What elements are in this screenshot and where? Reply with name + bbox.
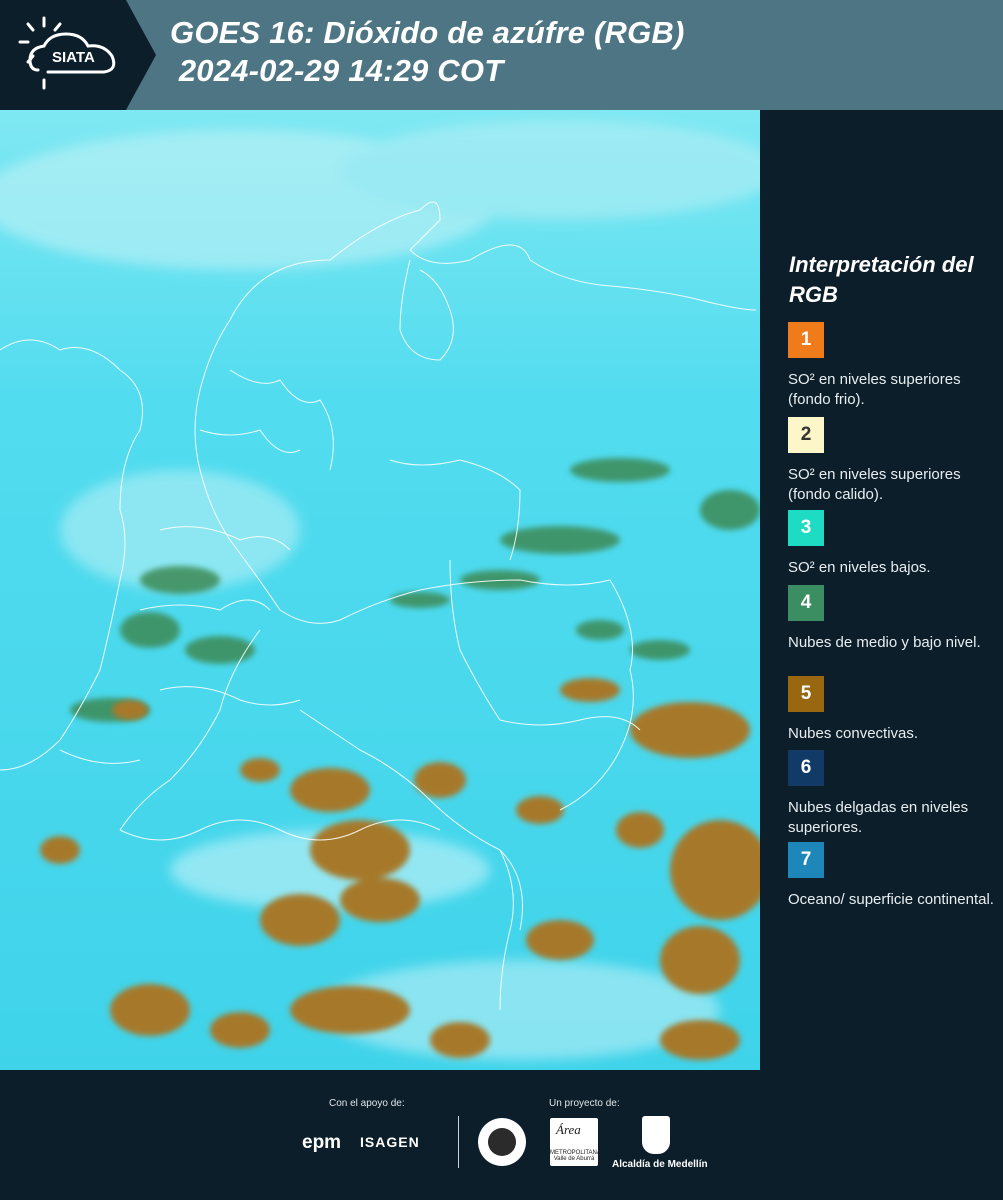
epm-logo: epm [302,1132,342,1153]
siata-logo: SIATA [0,0,156,110]
support-label: Con el apoyo de: [329,1098,405,1109]
alcaldia-shield-icon [642,1116,670,1154]
legend-swatch-6: 6 [788,750,824,786]
legend-label-7: Oceano/ superficie continental. [788,891,994,908]
medellin-seal-icon [478,1118,526,1166]
legend-swatch-1: 1 [788,322,824,358]
legend-panel: Interpretación del RGB 1 SO² en niveles … [760,110,1003,1070]
header-bar: SIATA GOES 16: Dióxido de azúfre (RGB) 2… [0,0,1003,110]
alcaldia-label: Alcaldía de Medellín [612,1159,708,1170]
title-line-1: GOES 16: Dióxido de azúfre (RGB) [170,15,685,50]
title-line-2: 2024-02-29 14:29 COT [170,53,504,88]
legend-label-2: SO² en niveles superiores (fondo calido)… [788,466,961,503]
area-metropolitana-subtext: METROPOLITANA Valle de Aburrá [550,1150,601,1162]
legend-item-3: 3 SO² en niveles bajos. [788,510,998,578]
satellite-map[interactable] [0,110,760,1070]
legend-swatch-2: 2 [788,417,824,453]
legend-label-1: SO² en niveles superiores (fondo frio). [788,371,961,408]
siata-logo-text: SIATA [52,49,95,66]
legend-label-3: SO² en niveles bajos. [788,559,931,576]
footer: Con el apoyo de: Un proyecto de: epm ISA… [0,1070,1003,1200]
legend-item-1: 1 SO² en niveles superiores (fondo frio)… [788,322,998,410]
page-title: GOES 16: Dióxido de azúfre (RGB) 2024-02… [170,14,685,90]
legend-swatch-3: 3 [788,510,824,546]
legend-swatch-4: 4 [788,585,824,621]
legend-item-6: 6 Nubes delgadas en niveles superiores. [788,750,998,838]
legend-swatch-5: 5 [788,676,824,712]
legend-label-6: Nubes delgadas en niveles superiores. [788,799,969,836]
isagen-logo: ISAGEN [360,1134,420,1150]
area-logo-text: Área [556,1122,581,1137]
legend-label-4: Nubes de medio y bajo nivel. [788,634,981,651]
legend-swatch-7: 7 [788,842,824,878]
legend-item-2: 2 SO² en niveles superiores (fondo calid… [788,417,998,505]
footer-divider [458,1116,459,1168]
legend-item-7: 7 Oceano/ superficie continental. [788,842,998,910]
legend-label-5: Nubes convectivas. [788,725,919,742]
project-label: Un proyecto de: [549,1098,620,1109]
legend-item-5: 5 Nubes convectivas. [788,676,998,744]
legend-title: Interpretación del RGB [789,252,974,307]
legend-item-4: 4 Nubes de medio y bajo nivel. [788,585,998,653]
